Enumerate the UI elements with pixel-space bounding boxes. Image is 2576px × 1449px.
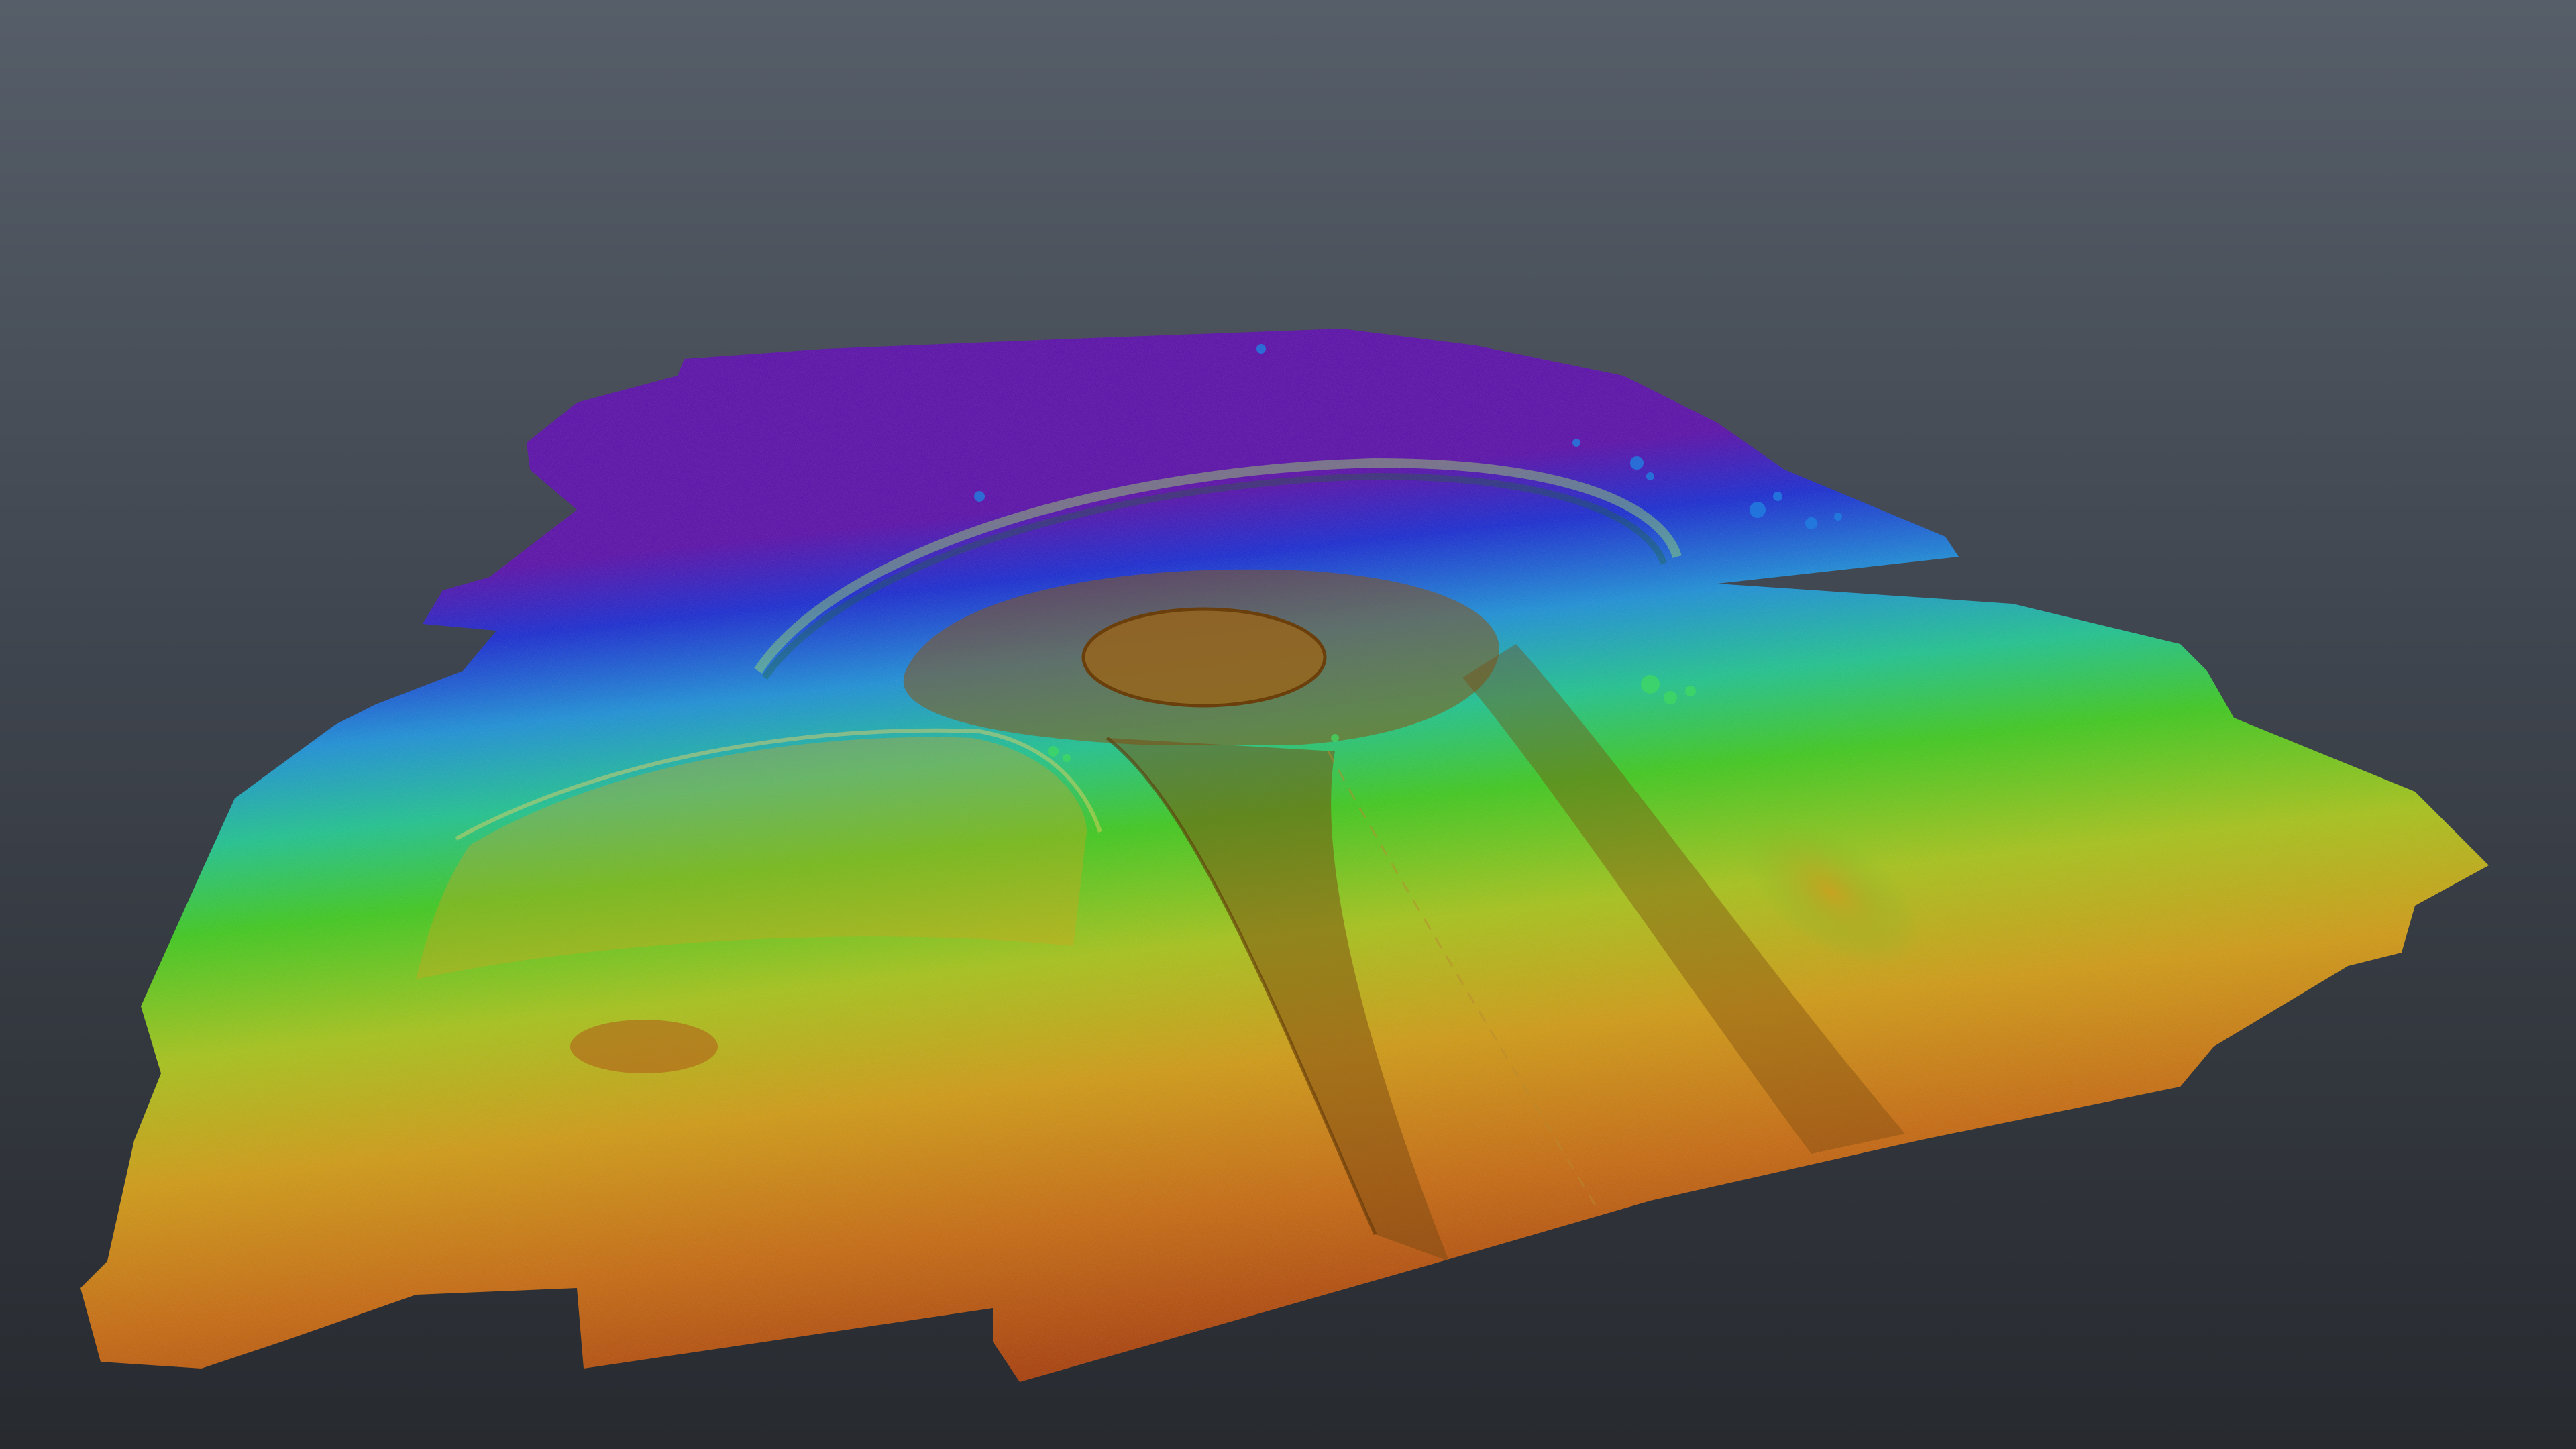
debris-pile xyxy=(570,1020,718,1073)
3d-viewport[interactable] xyxy=(0,0,2576,1449)
point-cloud-scene[interactable] xyxy=(0,0,2576,1449)
roundabout-island xyxy=(1081,607,1327,708)
